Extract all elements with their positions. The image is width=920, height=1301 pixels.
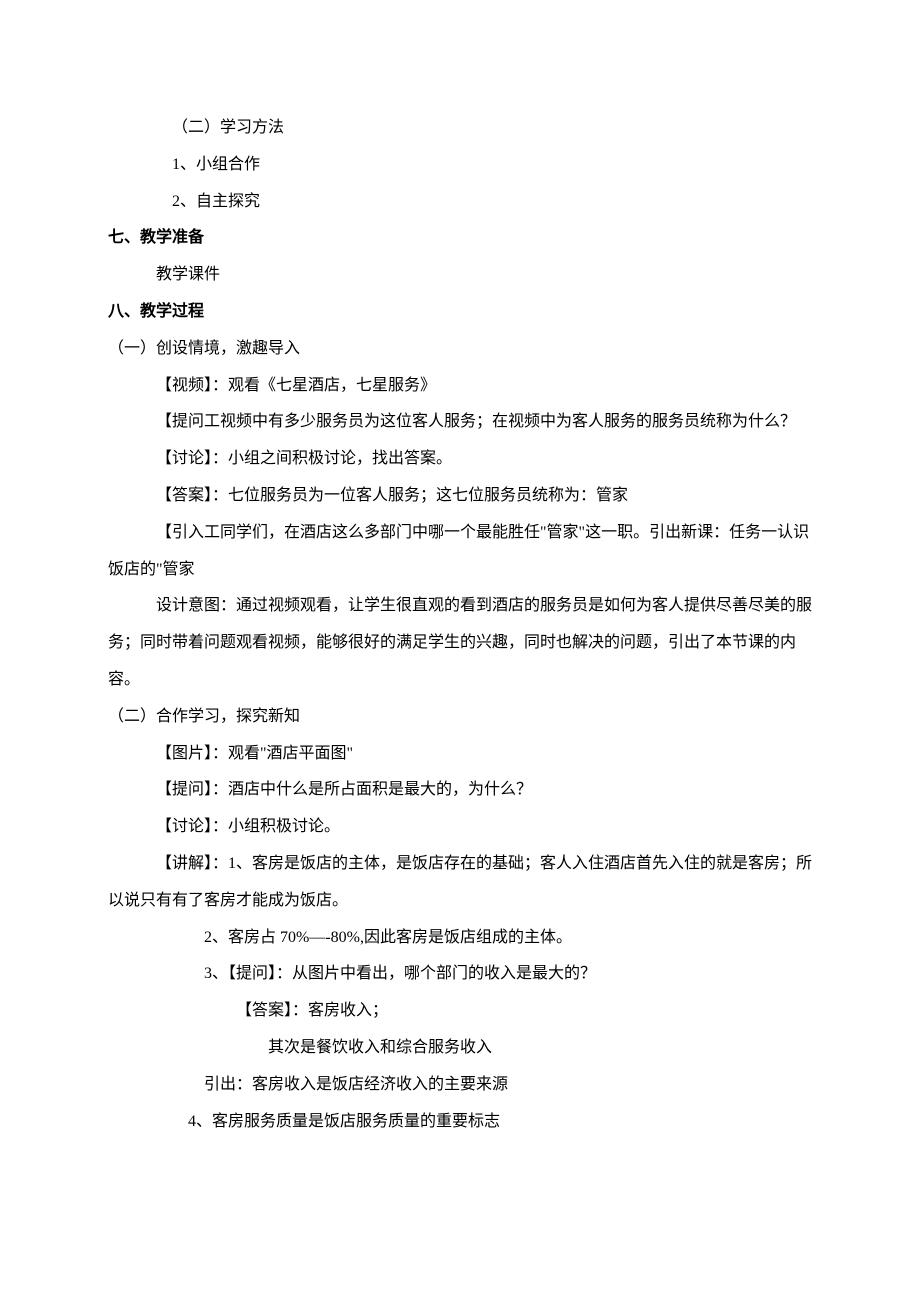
text-paragraph: 【引入工同学们，在酒店这么多部门中哪一个最能胜任"管家"这一职。引出新课：任务一… — [108, 515, 812, 589]
text-line: 其次是餐饮收入和综合服务收入 — [108, 1030, 812, 1067]
text-line: 4、客房服务质量是饭店服务质量的重要标志 — [108, 1104, 812, 1141]
text-paragraph: 【讲解】：1、客房是饭店的主体，是饭店存在的基础；客人入住酒店首先入住的就是客房… — [108, 846, 812, 920]
text-line: 【讨论】：小组之间积极讨论，找出答案。 — [108, 441, 812, 478]
text-line: 2、自主探究 — [108, 184, 812, 221]
text-line: 【讨论】：小组积极讨论。 — [108, 809, 812, 846]
text-line: 2、客房占 70%—-80%,因此客房是饭店组成的主体。 — [108, 920, 812, 957]
text-paragraph: 【提问工视频中有多少服务员为这位客人服务；在视频中为客人服务的服务员统称为什么？ — [108, 404, 812, 441]
section-heading: 八、教学过程 — [108, 294, 812, 331]
text-line: （二）学习方法 — [108, 110, 812, 147]
text-line: 3、【提问】：从图片中看出，哪个部门的收入是最大的？ — [108, 956, 812, 993]
section-heading: 七、教学准备 — [108, 220, 812, 257]
text-line: （一）创设情境，激趣导入 — [108, 331, 812, 368]
text-line: 【图片】：观看"酒店平面图" — [108, 736, 812, 773]
text-line: 【答案】：客房收入； — [108, 993, 812, 1030]
text-line: 引出：客房收入是饭店经济收入的主要来源 — [108, 1067, 812, 1104]
text-paragraph: 设计意图：通过视频观看，让学生很直观的看到酒店的服务员是如何为客人提供尽善尽美的… — [108, 588, 812, 698]
text-line: （二）合作学习，探究新知 — [108, 699, 812, 736]
text-line: 【视频】：观看《七星酒店，七星服务》 — [108, 368, 812, 405]
text-line: 教学课件 — [108, 257, 812, 294]
text-line: 【提问】：酒店中什么是所占面积是最大的，为什么？ — [108, 772, 812, 809]
text-line: 1、小组合作 — [108, 147, 812, 184]
text-line: 【答案】：七位服务员为一位客人服务；这七位服务员统称为：管家 — [108, 478, 812, 515]
